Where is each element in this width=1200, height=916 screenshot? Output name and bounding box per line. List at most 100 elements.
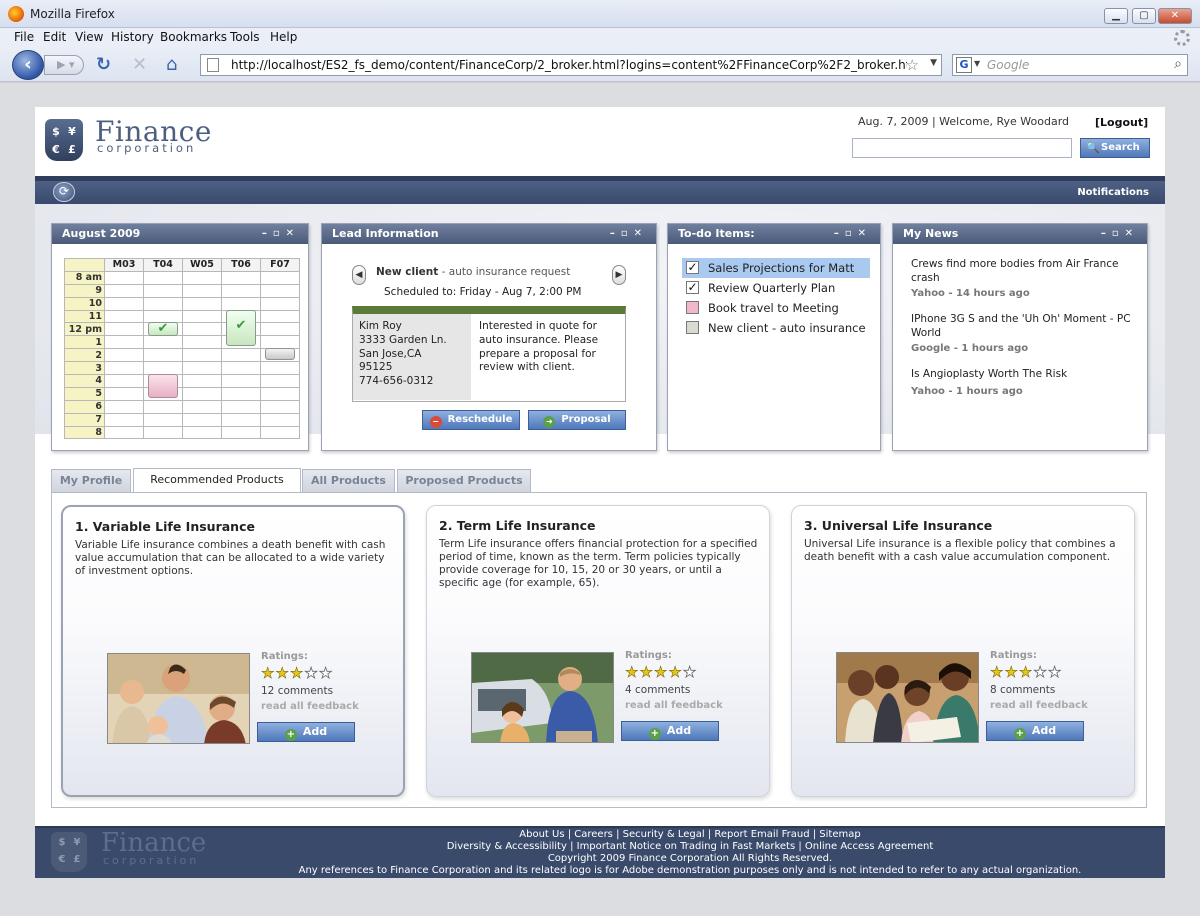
home-icon[interactable]: ⌂ bbox=[166, 55, 177, 75]
calendar-event-done[interactable]: ✔ bbox=[226, 310, 256, 346]
time-slot[interactable] bbox=[221, 283, 261, 298]
time-slot[interactable] bbox=[104, 296, 144, 311]
google-engine-icon[interactable]: G bbox=[956, 57, 972, 73]
time-slot[interactable] bbox=[221, 361, 261, 376]
menu-history[interactable]: History bbox=[111, 30, 154, 44]
read-feedback-link[interactable]: read all feedback bbox=[990, 700, 1088, 711]
time-slot[interactable] bbox=[221, 374, 261, 388]
time-slot[interactable] bbox=[260, 335, 300, 350]
time-slot[interactable] bbox=[260, 296, 300, 311]
todo-item[interactable]: ✓ Sales Projections for Matt bbox=[682, 258, 870, 278]
time-slot[interactable] bbox=[182, 283, 222, 298]
todo-item[interactable]: Book travel to Meeting bbox=[682, 298, 870, 318]
menu-help[interactable]: Help bbox=[270, 30, 297, 44]
product-card[interactable]: 3. Universal Life Insurance Universal Li… bbox=[791, 505, 1135, 797]
bookmark-star-icon[interactable]: ☆ bbox=[906, 56, 919, 74]
time-slot[interactable] bbox=[182, 322, 222, 337]
time-slot[interactable] bbox=[104, 399, 144, 414]
time-slot[interactable] bbox=[221, 270, 261, 285]
time-slot[interactable] bbox=[104, 425, 144, 440]
time-slot[interactable] bbox=[182, 348, 222, 363]
tab-recommended-products[interactable]: Recommended Products bbox=[133, 468, 301, 493]
time-slot[interactable] bbox=[104, 386, 144, 401]
time-slot[interactable] bbox=[143, 296, 183, 311]
back-button[interactable]: ‹ bbox=[12, 50, 44, 80]
time-slot[interactable] bbox=[260, 283, 300, 298]
read-feedback-link[interactable]: read all feedback bbox=[625, 700, 723, 711]
panel-window-controls[interactable]: –▫✕ bbox=[262, 224, 300, 244]
time-slot[interactable] bbox=[260, 270, 300, 285]
proposal-button[interactable]: ➜ Proposal bbox=[528, 410, 626, 430]
news-headline[interactable]: Crews find more bodies from Air France c… bbox=[911, 258, 1141, 285]
time-slot[interactable] bbox=[221, 425, 261, 440]
time-slot[interactable] bbox=[260, 412, 300, 427]
todo-checkbox[interactable]: ✓ bbox=[686, 261, 699, 274]
url-dropdown-icon[interactable]: ▼ bbox=[930, 58, 937, 68]
time-slot[interactable] bbox=[104, 270, 144, 285]
time-slot[interactable] bbox=[221, 348, 261, 363]
time-slot[interactable] bbox=[221, 296, 261, 311]
time-slot[interactable] bbox=[143, 283, 183, 298]
time-slot[interactable] bbox=[260, 309, 300, 324]
panel-window-controls[interactable]: –▫✕ bbox=[1101, 224, 1139, 244]
time-slot[interactable] bbox=[182, 386, 222, 401]
url-bar[interactable]: http://localhost/ES2_fs_demo/content/Fin… bbox=[200, 54, 942, 76]
refresh-icon[interactable]: ⟳ bbox=[53, 182, 75, 202]
reload-icon[interactable]: ↻ bbox=[96, 55, 111, 75]
menu-edit[interactable]: Edit bbox=[43, 30, 66, 44]
menu-view[interactable]: View bbox=[75, 30, 103, 44]
close-window-button[interactable]: ✕ bbox=[1158, 8, 1192, 24]
time-slot[interactable] bbox=[260, 386, 300, 401]
site-search-input[interactable] bbox=[852, 138, 1072, 158]
time-slot[interactable] bbox=[182, 425, 222, 440]
time-slot[interactable] bbox=[221, 399, 261, 414]
add-product-button[interactable]: + Add bbox=[986, 721, 1084, 741]
todo-checkbox[interactable] bbox=[686, 321, 699, 334]
time-slot[interactable] bbox=[182, 335, 222, 350]
maximize-button[interactable]: ▢ bbox=[1132, 8, 1156, 24]
add-product-button[interactable]: + Add bbox=[621, 721, 719, 741]
time-slot[interactable] bbox=[104, 361, 144, 376]
todo-item[interactable]: New client - auto insurance bbox=[682, 318, 870, 338]
time-slot[interactable] bbox=[104, 322, 144, 337]
todo-item[interactable]: ✓ Review Quarterly Plan bbox=[682, 278, 870, 298]
time-slot[interactable] bbox=[104, 335, 144, 350]
footer-links[interactable]: Diversity & Accessibility | Important No… bbox=[255, 841, 1125, 853]
time-slot[interactable] bbox=[104, 412, 144, 427]
tab-proposed-products[interactable]: Proposed Products bbox=[397, 469, 531, 492]
tab-all-products[interactable]: All Products bbox=[302, 469, 395, 492]
site-search-button[interactable]: 🔍 Search bbox=[1080, 138, 1150, 158]
time-slot[interactable] bbox=[221, 412, 261, 427]
panel-window-controls[interactable]: –▫✕ bbox=[834, 224, 872, 244]
time-slot[interactable] bbox=[143, 425, 183, 440]
prev-lead-button[interactable]: ◀ bbox=[352, 265, 366, 285]
time-slot[interactable] bbox=[143, 361, 183, 376]
browser-search-box[interactable]: G ▼ Google ⌕ bbox=[952, 54, 1188, 76]
menu-file[interactable]: File bbox=[14, 30, 34, 44]
forward-button[interactable]: ▶ ▾ bbox=[44, 55, 84, 75]
time-slot[interactable] bbox=[182, 296, 222, 311]
product-card[interactable]: 2. Term Life Insurance Term Life insuran… bbox=[426, 505, 770, 797]
time-slot[interactable] bbox=[260, 374, 300, 388]
time-slot[interactable] bbox=[182, 412, 222, 427]
time-slot[interactable] bbox=[143, 399, 183, 414]
news-headline[interactable]: Is Angioplasty Worth The Risk bbox=[911, 368, 1141, 382]
read-feedback-link[interactable]: read all feedback bbox=[261, 701, 359, 712]
time-slot[interactable] bbox=[182, 270, 222, 285]
calendar-event-pending[interactable] bbox=[148, 374, 178, 398]
calendar-event[interactable] bbox=[265, 348, 295, 360]
time-slot[interactable] bbox=[104, 309, 144, 324]
footer-links[interactable]: About Us | Careers | Security & Legal | … bbox=[255, 829, 1125, 841]
panel-window-controls[interactable]: –▫✕ bbox=[610, 224, 648, 244]
notifications-link[interactable]: Notifications bbox=[1077, 187, 1149, 198]
search-icon[interactable]: ⌕ bbox=[1174, 56, 1182, 72]
product-card[interactable]: 1. Variable Life Insurance Variable Life… bbox=[61, 505, 405, 797]
time-slot[interactable] bbox=[260, 361, 300, 376]
time-slot[interactable] bbox=[182, 374, 222, 388]
engine-dropdown-icon[interactable]: ▼ bbox=[974, 59, 980, 68]
time-slot[interactable] bbox=[104, 283, 144, 298]
time-slot[interactable] bbox=[143, 348, 183, 363]
next-lead-button[interactable]: ▶ bbox=[612, 265, 626, 285]
time-slot[interactable] bbox=[143, 412, 183, 427]
stop-icon[interactable]: ✕ bbox=[132, 55, 147, 75]
